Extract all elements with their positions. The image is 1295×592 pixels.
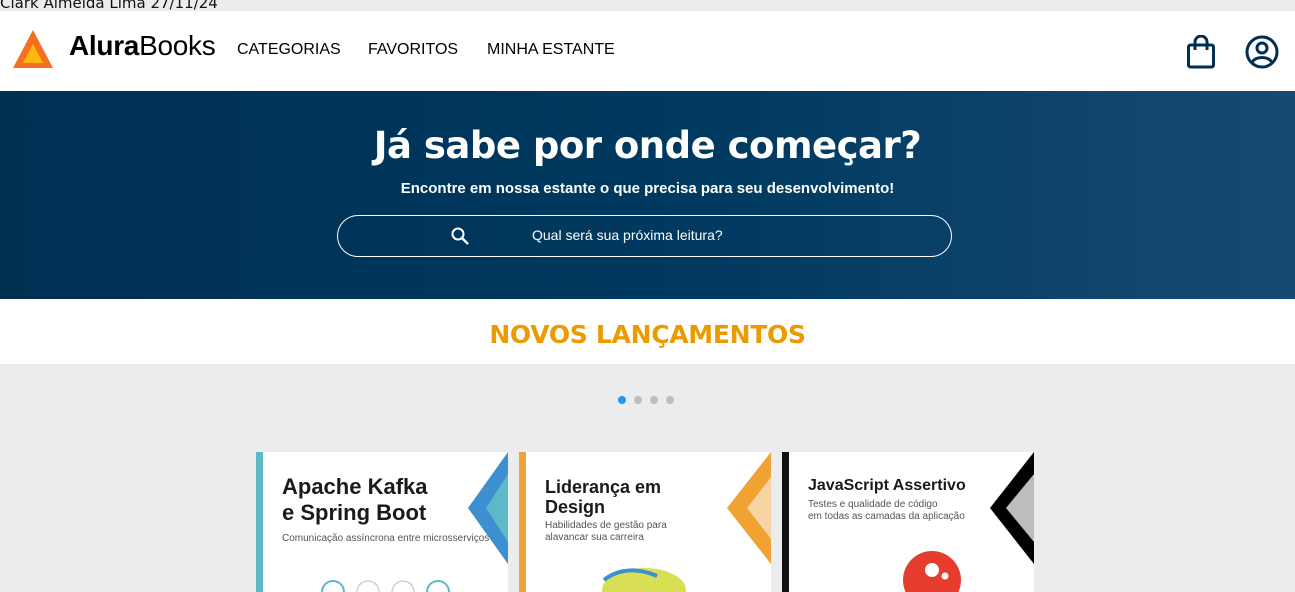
book-subtitle: Comunicação assíncrona entre microsservi…	[282, 533, 490, 544]
book-card-javascript-assertivo[interactable]: JavaScript Assertivo Testes e qualidade …	[782, 452, 1034, 592]
user-account-icon[interactable]	[1245, 35, 1279, 69]
book-card-lideranca-em-design[interactable]: Liderança em Design Habilidades de gestã…	[519, 452, 771, 592]
search-input[interactable]: Qual será sua próxima leitura?	[337, 215, 952, 257]
carousel-dot-1[interactable]	[618, 396, 626, 404]
book-spine-bar	[256, 452, 263, 592]
carousel-dot-2[interactable]	[634, 396, 642, 404]
top-header: AluraBooks CATEGORIAS FAVORITOS MINHA ES…	[0, 11, 1295, 91]
author-date-label: Clark Almeida Lima 27/11/24	[0, 0, 218, 12]
cover-chevron-graphic	[990, 452, 1034, 564]
book-title: Liderança em Design	[545, 477, 662, 517]
releases-header-band: NOVOS LANÇAMENTOS	[0, 299, 1295, 364]
cover-chevron-graphic	[468, 452, 508, 564]
search-icon	[451, 227, 469, 245]
book-spine-bar	[519, 452, 526, 592]
hero-subtitle: Encontre em nossa estante o que precisa …	[400, 180, 895, 197]
nav-favoritos[interactable]: FAVORITOS	[368, 41, 458, 59]
cover-chevron-graphic	[727, 452, 771, 564]
nav-categorias[interactable]: CATEGORIAS	[237, 41, 341, 59]
book-subtitle: Testes e qualidade de código em todas as…	[808, 499, 965, 522]
cover-illustration-graphic	[602, 568, 686, 592]
nav-minha-estante[interactable]: MINHA ESTANTE	[487, 41, 615, 59]
shopping-bag-icon[interactable]	[1186, 35, 1216, 69]
brand-name-bold: Alura	[69, 30, 140, 61]
book-card-apache-kafka[interactable]: Apache Kafka e Spring Boot Comunicação a…	[256, 452, 508, 592]
carousel-dot-3[interactable]	[650, 396, 658, 404]
search-placeholder: Qual será sua próxima leitura?	[532, 227, 723, 243]
book-title: JavaScript Assertivo	[808, 477, 966, 494]
book-subtitle: Habilidades de gestão para alavancar sua…	[545, 520, 667, 543]
hero-banner: Já sabe por onde começar? Encontre em no…	[0, 91, 1295, 299]
book-spine-bar	[782, 452, 789, 592]
alurabooks-logo-icon[interactable]	[13, 30, 53, 71]
brand-logo-text[interactable]: AluraBooks	[69, 30, 216, 62]
book-title: Apache Kafka e Spring Boot	[282, 474, 428, 525]
section-title-new-releases: NOVOS LANÇAMENTOS	[489, 320, 806, 349]
cover-icons-graphic	[321, 580, 450, 592]
carousel-dot-4[interactable]	[666, 396, 674, 404]
brand-name-light: Books	[139, 30, 216, 61]
hero-title: Já sabe por onde começar?	[373, 124, 922, 167]
